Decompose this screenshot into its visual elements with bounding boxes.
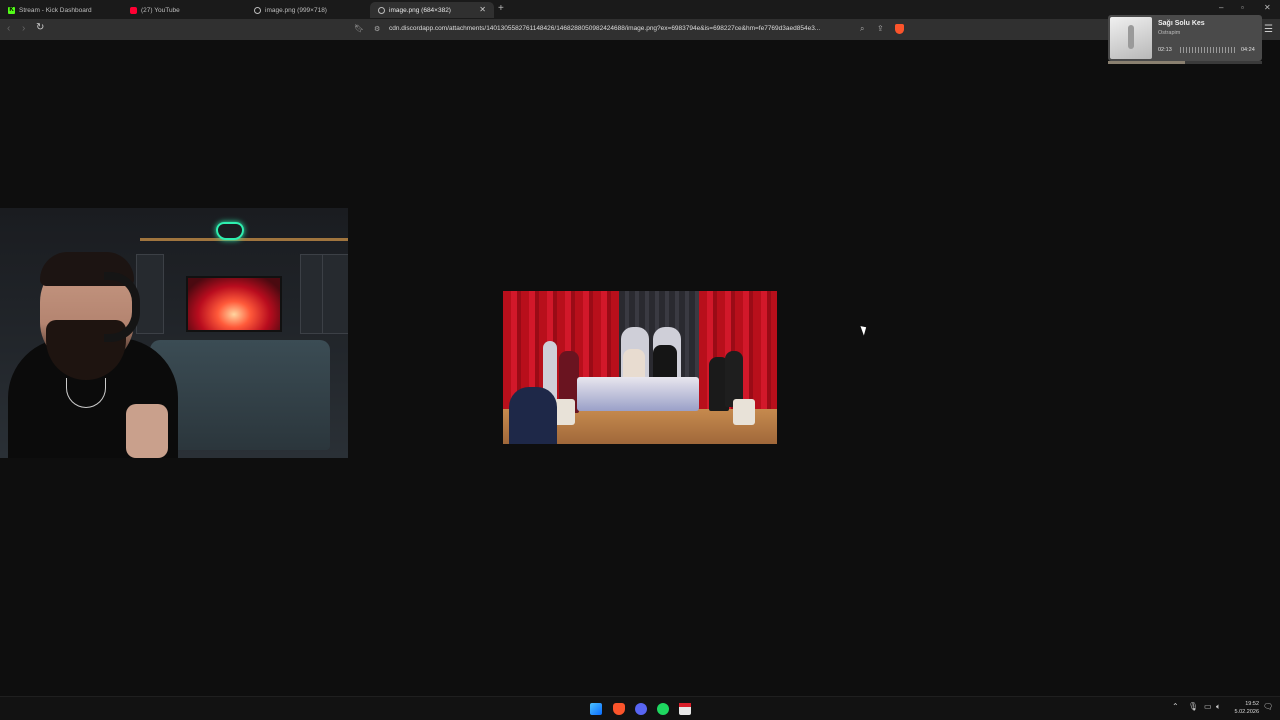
kick-icon: K [8, 6, 15, 14]
minimize-icon[interactable]: – [1219, 3, 1223, 12]
new-tab-button[interactable]: + [498, 3, 504, 14]
brave-icon[interactable] [613, 703, 625, 715]
tab-kick-dashboard[interactable]: K Stream - Kick Dashboard [0, 2, 122, 18]
tab-image-684[interactable]: image.png (684×382) ✕ [370, 2, 494, 18]
microphone-icon[interactable]: 🎙︎ [1188, 702, 1198, 711]
tab-image-999[interactable]: image.png (999×718) [246, 2, 370, 18]
neon-gamepad-sign [216, 222, 244, 240]
tab-bar: K Stream - Kick Dashboard (27) YouTube i… [0, 0, 1280, 19]
spotify-icon[interactable] [657, 703, 669, 715]
displayed-image[interactable] [503, 291, 777, 444]
url-text[interactable]: cdn.discordapp.com/attachments/140130558… [389, 25, 820, 32]
tab-title: image.png (684×382) [389, 6, 451, 14]
youtube-icon [130, 6, 137, 14]
tab-title: (27) YouTube [141, 6, 180, 14]
zoom-icon[interactable]: ⌕ [860, 24, 864, 34]
forward-icon[interactable]: › [22, 23, 25, 34]
album-art [1110, 17, 1152, 59]
globe-icon [254, 6, 261, 14]
fireplace-screen [186, 276, 282, 332]
notification-icon[interactable]: 🗨︎ [1263, 702, 1273, 711]
calendar-app-icon[interactable] [679, 703, 691, 715]
windows-start-icon[interactable] [590, 703, 602, 715]
clock-date: 5.02.2026 [1234, 709, 1259, 715]
tab-title: Stream - Kick Dashboard [19, 6, 92, 14]
media-progress-bar [1108, 61, 1262, 64]
close-window-icon[interactable]: ✕ [1264, 3, 1271, 12]
brave-shields-icon[interactable] [895, 24, 904, 34]
site-info-icon[interactable]: ⚙︎ [374, 25, 380, 33]
time-elapsed: 02:13 [1158, 47, 1172, 53]
globe-icon [378, 6, 385, 14]
discord-icon[interactable] [635, 703, 647, 715]
song-title: Sağı Solu Kes [1158, 20, 1205, 27]
navigation-bar: ‹ › ↻ 🔖︎ ⚙︎ cdn.discordapp.com/attachmen… [0, 19, 1280, 40]
address-bar[interactable]: 🔖︎ ⚙︎ cdn.discordapp.com/attachments/140… [352, 22, 908, 37]
media-player-card[interactable]: Sağı Solu Kes Ostrapim 02:13 04:24 [1108, 15, 1262, 61]
tray-overflow-icon[interactable]: ⌃ [1172, 702, 1179, 711]
volume-icon[interactable]: 🔈︎ [1216, 702, 1221, 712]
tab-youtube[interactable]: (27) YouTube [122, 2, 246, 18]
tab-title: image.png (999×718) [265, 6, 327, 14]
share-icon[interactable]: ⇪ [877, 24, 884, 33]
bookmark-icon[interactable]: 🔖︎ [354, 24, 364, 33]
taskbar: ⌃ 🎙︎ ▭ 🔈︎ 19:52 5.02.2026 🗨︎ [0, 696, 1280, 720]
clock-time: 19:52 [1245, 701, 1259, 707]
network-icon[interactable]: ▭ [1204, 702, 1212, 711]
back-icon[interactable]: ‹ [7, 23, 10, 34]
song-artist: Ostrapim [1158, 30, 1181, 36]
clock[interactable]: 19:52 5.02.2026 [1232, 700, 1259, 716]
time-total: 04:24 [1241, 47, 1255, 53]
waveform-seekbar[interactable] [1180, 47, 1236, 53]
reload-icon[interactable]: ↻ [36, 22, 44, 33]
close-tab-icon[interactable]: ✕ [479, 5, 486, 14]
restore-icon[interactable]: ▫ [1241, 3, 1244, 12]
menu-icon[interactable]: ☰ [1264, 24, 1273, 35]
webcam-overlay [0, 208, 348, 458]
media-progress-fill [1108, 61, 1185, 64]
